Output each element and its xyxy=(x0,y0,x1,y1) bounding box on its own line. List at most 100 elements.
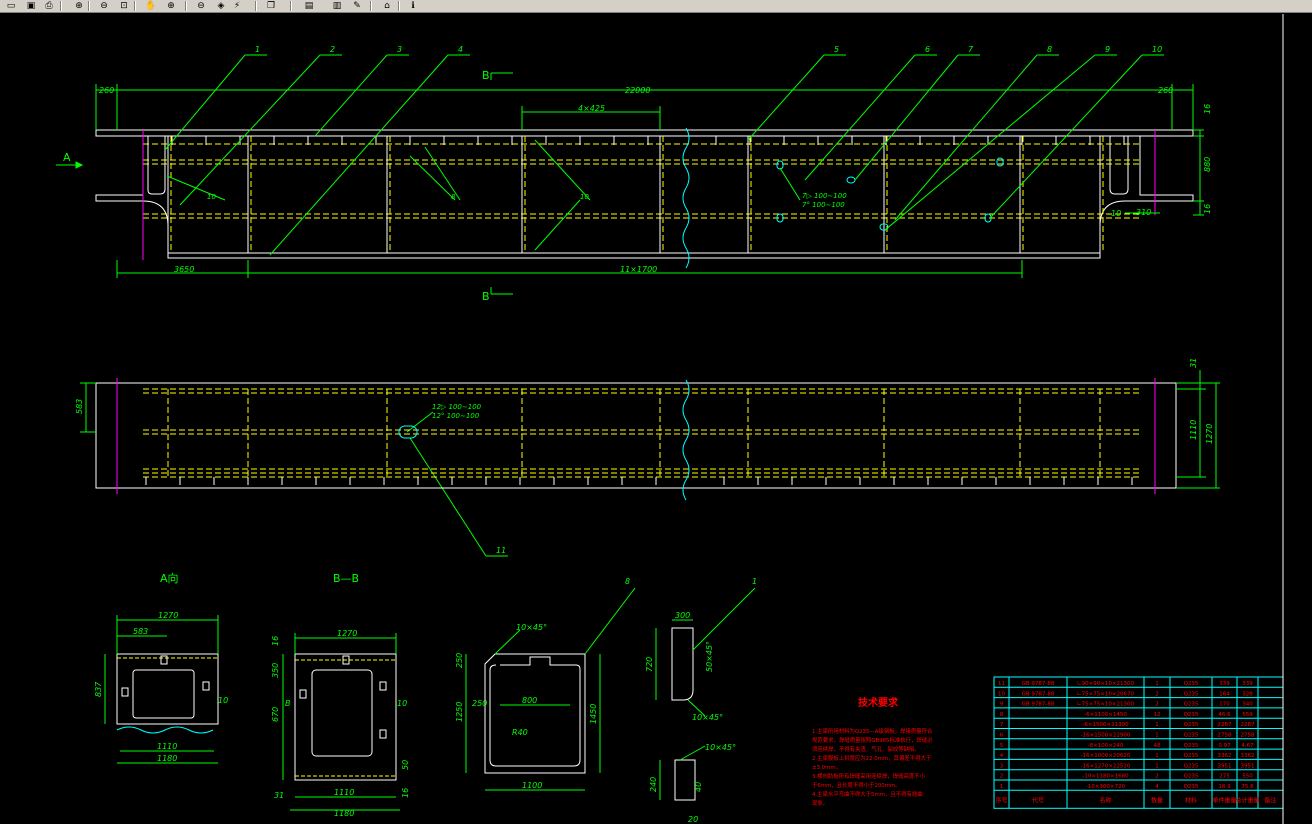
bom-cell: 9 xyxy=(1000,702,1004,708)
end-plate-left xyxy=(147,136,166,195)
print-icon[interactable]: ⎙ xyxy=(40,0,58,12)
top-dim-text: 260 22000 260 4×425 3650 11×1700 16 880 … xyxy=(99,86,1212,274)
section-marks: B B A xyxy=(56,69,513,303)
measure-icon[interactable]: ⚡ xyxy=(228,0,246,12)
bom-header: 数量 xyxy=(1151,796,1163,804)
bom-cell: 1 xyxy=(1155,722,1159,728)
zoom-window-icon[interactable]: ⊡ xyxy=(115,0,133,12)
plan-stiffeners xyxy=(145,389,1133,485)
sb-h2: 670 xyxy=(271,707,280,722)
info-icon[interactable]: ℹ xyxy=(404,0,422,12)
properties-icon[interactable]: ▤ xyxy=(300,0,318,12)
copy-icon[interactable]: ❐ xyxy=(262,0,280,12)
leader-3: 3 xyxy=(397,45,402,54)
d8-w-top: 250 xyxy=(472,699,487,708)
weld-w3: 10 xyxy=(580,193,589,201)
sa-h-left: 837 xyxy=(94,681,103,697)
sb-b1: 31 xyxy=(274,791,284,800)
leader-line xyxy=(804,54,916,181)
plan-dim-1270: 1270 xyxy=(1205,424,1214,444)
sb-w-top: 1270 xyxy=(337,629,357,638)
bom-cell: -10×300×720 xyxy=(1086,784,1126,790)
part-leaders: 1 2 3 4 5 6 7 8 9 10 11 xyxy=(164,45,1164,557)
note-line: ±3.0mm。 xyxy=(812,765,841,771)
d1-chamfer3: 10×45° xyxy=(705,743,736,752)
home-icon[interactable]: ⌂ xyxy=(378,0,396,12)
layout-icon[interactable]: ▥ xyxy=(328,0,346,12)
pan-icon[interactable]: ✋ xyxy=(142,0,160,12)
dim-left-len: 3650 xyxy=(174,265,194,274)
note-line: 于6mm，且长度不得小于200mm。 xyxy=(812,781,901,789)
bom-cell: 328 xyxy=(1242,691,1253,697)
bom-cell: Q235 xyxy=(1184,733,1199,739)
sb-h3: 16 xyxy=(271,636,280,646)
bom-cell: 1 xyxy=(1000,784,1004,790)
bom-cell: 170 xyxy=(1219,702,1230,708)
weld-annotations xyxy=(166,139,801,433)
bom-cell: Q235 xyxy=(1184,691,1199,697)
d1-h3: 40 xyxy=(694,782,703,792)
d1-w: 300 xyxy=(675,611,690,620)
bom-cell: 0.97 xyxy=(1218,743,1231,749)
girder-outline xyxy=(95,136,1194,259)
dim-w1: 310 xyxy=(1136,208,1151,217)
hidden-lines xyxy=(143,143,1140,219)
bom-cell: 18.9 xyxy=(1218,784,1231,790)
leader-2: 2 xyxy=(330,45,335,54)
detail-part-1: 300 720 50×45° 10×45° 10×45° 240 40 20 xyxy=(645,587,756,824)
bom-cell: 4.67 xyxy=(1241,743,1254,749)
drawing-canvas[interactable]: 260 22000 260 4×425 3650 11×1700 16 880 … xyxy=(0,13,1312,824)
sb-label: B xyxy=(285,699,291,708)
bom-cell: 339 xyxy=(1219,681,1230,687)
bom-cell: 275 xyxy=(1219,774,1230,780)
toolbar-separator xyxy=(290,1,292,11)
d1-chamfer1: 50×45° xyxy=(705,641,714,672)
bom-cell: 12 xyxy=(1154,712,1161,718)
zoom-out-icon[interactable]: ⊖ xyxy=(95,0,113,12)
leader-line xyxy=(894,54,1038,221)
zoom-prev-icon[interactable]: ⊕ xyxy=(162,0,180,12)
bom-cell: -16×1500×22900 xyxy=(1081,733,1131,739)
d8-w-bottom: 1100 xyxy=(522,781,542,790)
toolbar-separator xyxy=(370,1,372,11)
leader-line xyxy=(884,54,1096,231)
section-b-title: B—B xyxy=(333,572,359,585)
bom-cell: 1 xyxy=(1155,681,1159,687)
bom-cell: 3951 xyxy=(1218,763,1232,769)
d8-w-mid: 800 xyxy=(522,696,537,705)
top-flange xyxy=(95,129,1194,137)
zoom-in-icon[interactable]: ⊕ xyxy=(70,0,88,12)
bom-cell: ∟75×75×10×20670 xyxy=(1077,691,1134,697)
bom-cell: 11 xyxy=(998,681,1005,687)
markup-icon[interactable]: ✎ xyxy=(348,0,366,12)
bom-cell: Q235 xyxy=(1184,702,1199,708)
leader-line xyxy=(854,54,959,181)
save-icon[interactable]: ▣ xyxy=(22,0,40,12)
break-line-top xyxy=(682,127,690,269)
zoom-extents-icon[interactable]: ⊖ xyxy=(192,0,210,12)
bom-cell: 550 xyxy=(1242,774,1253,780)
bom-cell: 3951 xyxy=(1241,763,1255,769)
leader-line xyxy=(409,437,487,557)
detail-1-leader: 1 xyxy=(752,577,757,586)
bom-cell: -10×1180×1680 xyxy=(1082,774,1129,780)
note-line: 现象。 xyxy=(812,799,828,807)
stiffeners xyxy=(167,136,1104,253)
detail-8-leader: 8 xyxy=(625,577,630,586)
note-line: 规范要求，焊缝质量按照GB985标准执行，焊缝必 xyxy=(812,736,933,744)
weld-a1: 7▷ 100∼100 xyxy=(802,192,847,200)
dim-h1: 16 xyxy=(1203,104,1212,114)
leader-7: 7 xyxy=(968,45,974,54)
leader-line xyxy=(747,54,825,141)
open-icon[interactable]: ▭ xyxy=(2,0,20,12)
toolbar-separator xyxy=(134,1,136,11)
leader-line xyxy=(269,54,449,256)
bom-cell: GB 9787-88 xyxy=(1022,702,1055,708)
plan-view: 583 31 1110 1270 xyxy=(75,358,1220,501)
bom-cell: -6×1500×21300 xyxy=(1082,722,1129,728)
plan-hole xyxy=(398,425,418,439)
bom-cell: ∟75×75×10×21300 xyxy=(1077,702,1134,708)
end-plate-right xyxy=(1109,136,1129,195)
section-a-title: A向 xyxy=(160,571,179,585)
d8-h2: 1250 xyxy=(455,702,464,722)
